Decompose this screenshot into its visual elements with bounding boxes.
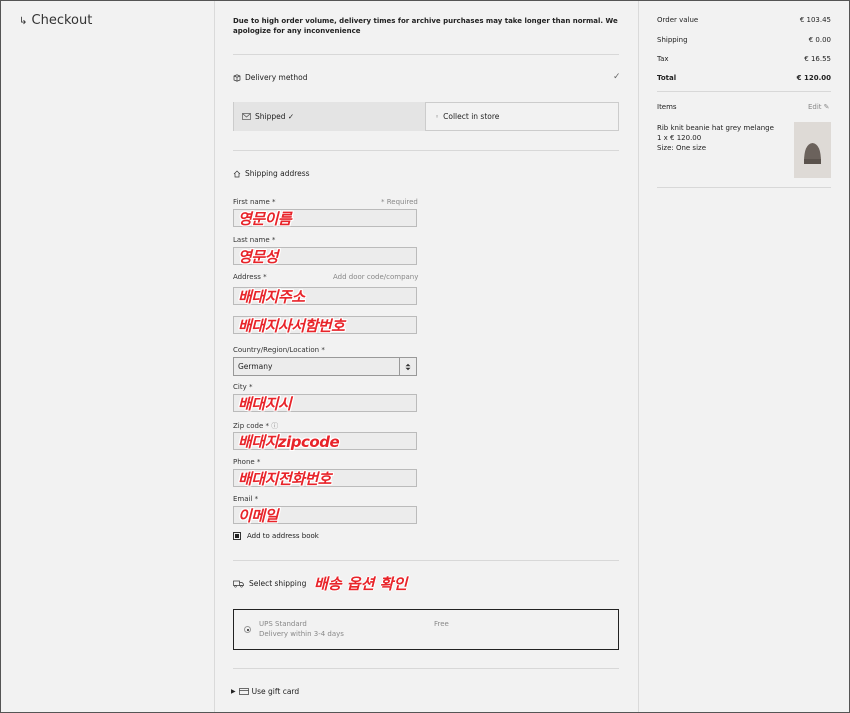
pencil-icon: ✎	[823, 103, 830, 111]
radio-selected-icon[interactable]	[244, 626, 251, 633]
summary-label-tax: Tax	[657, 55, 669, 63]
items-title: Items	[657, 103, 677, 111]
item-qty-price: 1 x € 120.00	[657, 134, 702, 142]
city-input[interactable]: 배대지시	[233, 394, 417, 413]
email-label: Email *	[233, 495, 259, 503]
last-name-input[interactable]: 영문성	[233, 247, 417, 266]
option-shipped-label: Shipped ✓	[255, 112, 295, 121]
country-label: Country/Region/Location *	[233, 346, 325, 354]
first-name-value: 영문이름	[238, 210, 292, 228]
item-name[interactable]: Rib knit beanie hat grey melange	[657, 123, 774, 133]
divider	[657, 187, 831, 188]
summary-value-total: € 120.00	[796, 74, 831, 82]
checkout-page: ↳ Checkout Due to high order volume, del…	[0, 0, 850, 713]
select-shipping-heading: Select shipping	[233, 579, 306, 588]
shipping-annotation: 배송 옵션 확인	[314, 575, 408, 593]
country-select[interactable]: Germany	[233, 357, 417, 376]
divider	[657, 91, 831, 92]
summary-value-shipping: € 0.00	[808, 36, 831, 44]
phone-value: 배대지전화번호	[238, 470, 332, 488]
item-details: Rib knit beanie hat grey melange 1 x € 1…	[657, 123, 774, 153]
location-pin-icon: ◦	[435, 112, 440, 121]
box-icon	[233, 73, 241, 82]
summary-label-shipping: Shipping	[657, 36, 688, 44]
option-collect-in-store[interactable]: ◦ Collect in store	[435, 102, 615, 131]
zip-value: 배대지zipcode	[238, 433, 340, 451]
address-line2-input[interactable]: 배대지사서함번호	[233, 316, 417, 335]
home-icon	[233, 170, 241, 177]
add-door-code-link[interactable]: Add door code/company	[333, 273, 418, 281]
gift-card-label: Use gift card	[251, 687, 300, 696]
chevron-updown-icon[interactable]	[399, 358, 416, 375]
address-input[interactable]: 배대지주소	[233, 287, 417, 306]
summary-value-tax: € 16.55	[804, 55, 831, 63]
country-value: Germany	[238, 362, 273, 371]
page-title: Checkout	[31, 13, 93, 28]
delivery-notice: Due to high order volume, delivery times…	[233, 17, 618, 35]
divider	[233, 668, 619, 669]
delivery-method-title: Delivery method	[245, 73, 308, 82]
address-value: 배대지주소	[238, 288, 305, 306]
first-name-input[interactable]: 영문이름	[233, 209, 417, 228]
option-shipped[interactable]: Shipped ✓	[234, 102, 426, 131]
zip-label: Zip code * ⓘ	[233, 422, 279, 430]
page-title-row: ↳ Checkout	[19, 13, 92, 28]
delivery-check-icon: ✓	[613, 72, 621, 82]
divider	[233, 560, 619, 561]
email-input[interactable]: 이메일	[233, 506, 417, 525]
divider	[233, 150, 619, 151]
required-note: * Required	[381, 198, 418, 206]
gift-card-icon	[238, 688, 249, 695]
address-book-label: Add to address book	[247, 532, 319, 540]
first-name-label: First name *	[233, 198, 276, 206]
address-book-row[interactable]: Add to address book	[233, 532, 319, 540]
shipping-option-name: UPS Standard	[259, 620, 307, 628]
city-value: 배대지시	[238, 395, 292, 413]
caret-right-icon: ▶	[231, 688, 236, 695]
column-divider-right	[638, 1, 639, 712]
select-shipping-title: Select shipping	[249, 579, 307, 588]
edit-label: Edit	[808, 103, 822, 111]
last-name-value: 영문성	[238, 248, 278, 266]
shipping-option-price: Free	[434, 620, 449, 628]
address-line2-value: 배대지사서함번호	[238, 317, 345, 335]
shipping-option-desc: Delivery within 3-4 days	[259, 630, 344, 638]
item-thumbnail[interactable]	[794, 122, 831, 178]
gift-card-toggle[interactable]: ▶ Use gift card	[231, 687, 299, 696]
phone-input[interactable]: 배대지전화번호	[233, 469, 417, 488]
item-size: Size: One size	[657, 144, 707, 152]
beanie-image	[794, 122, 831, 178]
zip-input[interactable]: 배대지zipcode	[233, 432, 417, 451]
city-label: City *	[233, 383, 253, 391]
address-label: Address *	[233, 273, 267, 281]
email-value: 이메일	[238, 507, 278, 525]
envelope-icon	[242, 113, 251, 120]
summary-label-order-value: Order value	[657, 16, 699, 24]
option-collect-label: Collect in store	[443, 112, 500, 121]
summary-value-order-value: € 103.45	[799, 16, 831, 24]
shipping-address-heading: Shipping address	[233, 169, 310, 178]
column-divider-left	[214, 1, 215, 712]
shipping-option-ups[interactable]: UPS Standard Delivery within 3-4 days Fr…	[233, 609, 619, 650]
edit-items-link[interactable]: Edit ✎	[808, 103, 829, 111]
truck-icon	[233, 580, 244, 588]
info-icon[interactable]: ⓘ	[271, 422, 278, 430]
last-name-label: Last name *	[233, 236, 276, 244]
back-arrow-icon[interactable]: ↳	[19, 16, 27, 27]
checkbox[interactable]	[233, 532, 241, 540]
delivery-method-heading: Delivery method	[233, 73, 307, 82]
divider	[233, 54, 619, 55]
shipping-address-title: Shipping address	[245, 169, 310, 178]
summary-label-total: Total	[657, 74, 677, 82]
phone-label: Phone *	[233, 458, 261, 466]
